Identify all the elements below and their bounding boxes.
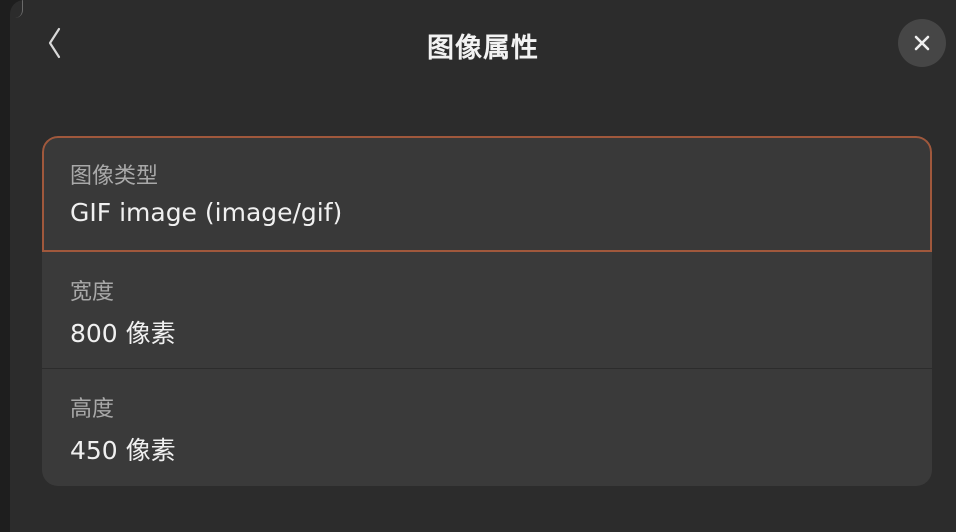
- property-label: 宽度: [70, 280, 115, 305]
- dialog-header: 图像属性: [10, 0, 956, 90]
- close-button[interactable]: [898, 19, 946, 67]
- property-row-width[interactable]: 宽度 800 像素: [42, 252, 932, 368]
- properties-list: 图像类型 GIF image (image/gif) 宽度 800 像素 高度 …: [42, 136, 932, 486]
- dialog-title: 图像属性: [427, 33, 539, 64]
- property-label: 高度: [70, 397, 115, 422]
- property-value: GIF image (image/gif): [70, 198, 343, 227]
- property-value: 800 像素: [70, 319, 176, 348]
- property-row-height[interactable]: 高度 450 像素: [42, 368, 932, 484]
- property-row-image-type[interactable]: 图像类型 GIF image (image/gif): [42, 136, 932, 252]
- property-value: 450 像素: [70, 436, 176, 465]
- property-label: 图像类型: [70, 164, 159, 189]
- image-properties-dialog: 图像属性 图像类型 GIF image (image/gif) 宽度 800 像…: [10, 0, 956, 532]
- close-icon: [914, 35, 930, 51]
